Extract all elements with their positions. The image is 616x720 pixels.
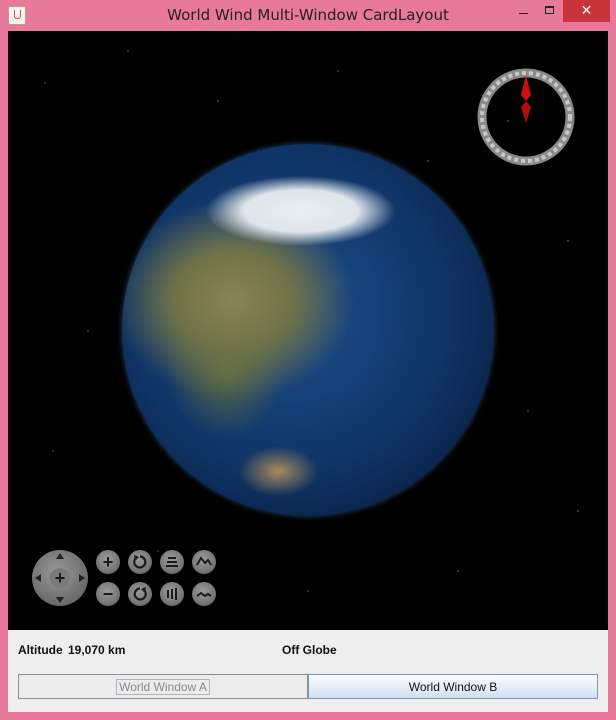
rotate-cw-icon [133,587,147,601]
pan-down-icon[interactable] [56,597,64,603]
position-status: Off Globe [282,643,337,657]
pan-right-icon[interactable] [79,574,85,582]
earth-globe[interactable] [122,144,494,516]
maximize-button[interactable] [537,0,563,22]
zoom-in-button[interactable]: + [96,550,120,574]
world-window-canvas[interactable]: + + − [8,31,608,630]
rotate-cw-button[interactable] [128,582,152,606]
maximize-icon [545,6,554,14]
world-window-b-button[interactable]: World Window B [308,674,598,699]
pan-center-icon[interactable]: + [50,568,70,588]
minimize-button[interactable] [510,0,536,22]
tilt-up-button[interactable] [160,550,184,574]
pan-control[interactable]: + [32,550,88,606]
exaggeration-down-icon [196,591,212,598]
title-bar[interactable]: World Wind Multi-Window CardLayout ✕ [0,0,616,31]
pan-up-icon[interactable] [56,553,64,559]
exaggeration-down-button[interactable] [192,582,216,606]
world-window-a-button[interactable]: World Window A [18,674,308,699]
altitude-label: Altitude [18,643,63,657]
window-switcher: World Window A World Window B [18,674,598,701]
compass-icon[interactable] [476,67,576,167]
tilt-down-button[interactable] [160,582,184,606]
world-window-a-label: World Window A [116,679,210,695]
exaggeration-up-button[interactable] [192,550,216,574]
altitude-value: 19,070 km [68,643,126,657]
rotate-ccw-icon [133,555,147,569]
pan-left-icon[interactable] [35,574,41,582]
close-button[interactable]: ✕ [563,0,610,22]
tilt-up-icon [166,557,178,567]
minimize-icon [519,13,528,14]
view-controls: + + − [32,550,222,608]
client-area: + + − Altitude 19,070 km Off Globe World… [8,31,608,712]
status-bar: Altitude 19,070 km Off Globe [8,630,608,670]
app-window: World Wind Multi-Window CardLayout ✕ + +… [0,0,616,720]
rotate-ccw-button[interactable] [128,550,152,574]
zoom-out-button[interactable]: − [96,582,120,606]
tilt-down-icon [167,588,177,600]
exaggeration-up-icon [196,556,212,566]
